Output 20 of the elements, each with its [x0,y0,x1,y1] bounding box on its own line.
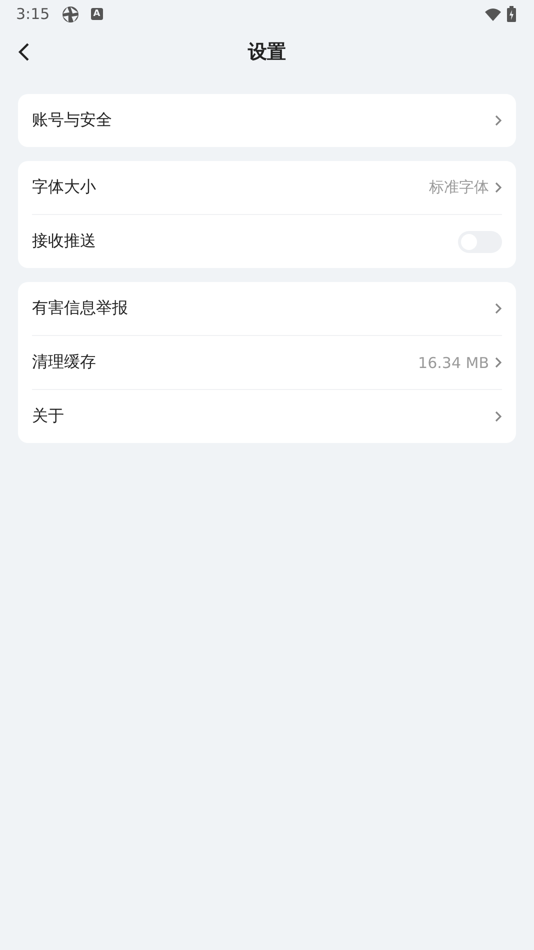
chevron-right-icon[interactable] [495,357,502,368]
setting-label[interactable]: 字体大小 [32,177,423,198]
status-time: 3:15 [16,5,50,23]
setting-label[interactable]: 接收推送 [32,231,452,252]
keyboard-badge-icon: A [90,8,103,20]
page-title: 设置 [248,40,286,65]
setting-label[interactable]: 账号与安全 [32,110,489,131]
setting-value: 16.34 MB [418,354,489,372]
wifi-icon [485,8,501,20]
chevron-right-icon[interactable] [495,411,502,422]
battery-icon [507,6,516,22]
aperture-icon [62,6,79,22]
chevron-right-icon[interactable] [495,115,502,126]
setting-value: 标准字体 [429,178,489,197]
setting-label[interactable]: 清理缓存 [32,352,412,373]
setting-label[interactable]: 有害信息举报 [32,298,489,319]
chevron-right-icon[interactable] [495,303,502,314]
back-icon[interactable] [18,43,30,61]
chevron-right-icon[interactable] [495,182,502,193]
setting-label[interactable]: 关于 [32,406,489,427]
